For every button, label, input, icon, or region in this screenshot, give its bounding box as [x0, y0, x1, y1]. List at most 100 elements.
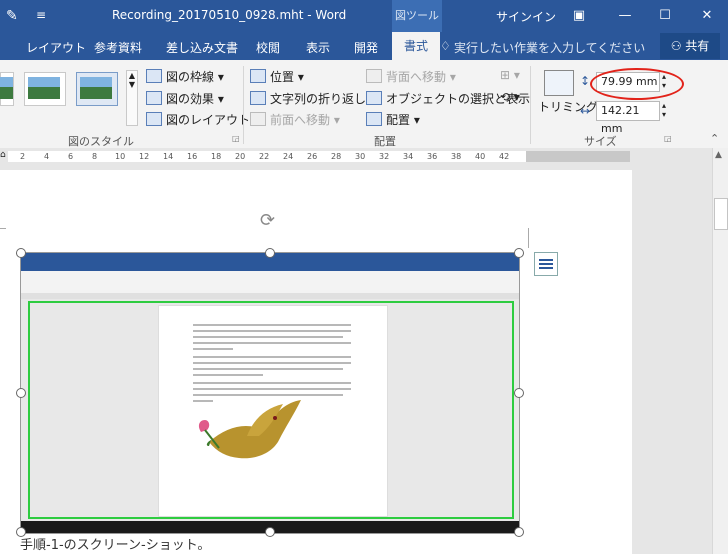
title-bar: ✎ ≡ Recording_20170510_0928.mht - Word 図… — [0, 0, 728, 32]
align-label: 配置 — [386, 113, 411, 127]
width-icon: ↔ — [580, 104, 591, 118]
window-title: Recording_20170510_0928.mht - Word — [112, 8, 347, 22]
ribbon-display-icon[interactable]: ▣ — [562, 0, 596, 32]
ruler-tick-label: 26 — [307, 152, 318, 161]
qat-dropdown-icon[interactable]: ≡ — [36, 8, 46, 22]
layout-icon — [146, 112, 162, 126]
ruler-tick-label: 4 — [44, 152, 50, 161]
layout-options-icon[interactable] — [534, 252, 558, 276]
resize-handle[interactable] — [16, 248, 26, 258]
scroll-up-icon[interactable]: ▲ — [715, 150, 722, 160]
ruler-tick-label: 10 — [115, 152, 126, 161]
send-backward-button[interactable]: 背面へ移動 ▾ — [366, 68, 456, 85]
signin-link[interactable]: サインイン — [496, 8, 556, 25]
picture-effects-label: 図の効果 — [166, 92, 215, 106]
ruler-tick-label: 40 — [475, 152, 486, 161]
collapse-ribbon-icon[interactable]: ⌃ — [710, 132, 719, 145]
position-label: 位置 — [270, 70, 295, 84]
tell-me-search[interactable]: 実行したい作業を入力してください — [454, 39, 645, 56]
dialog-launcher-icon[interactable]: ◲ — [232, 134, 240, 143]
ruler-margin — [526, 151, 630, 162]
ruler-tick-label: 24 — [283, 152, 294, 161]
screenshot-picture[interactable] — [20, 252, 520, 534]
ruler-tick-label: 16 — [187, 152, 198, 161]
resize-handle[interactable] — [265, 248, 275, 258]
indent-marker-icon[interactable]: ⌂ — [0, 150, 6, 160]
picture-style-thumb-selected[interactable] — [76, 72, 118, 106]
resize-handle[interactable] — [514, 527, 524, 537]
ruler-tick-label: 38 — [451, 152, 462, 161]
ruler-tick-label: 6 — [68, 152, 74, 161]
position-button[interactable]: 位置 ▾ — [250, 68, 304, 85]
minimize-icon[interactable]: — — [608, 0, 642, 32]
resize-handle[interactable] — [265, 527, 275, 537]
width-input[interactable]: 142.21 mm — [596, 101, 660, 135]
person-icon: ⚇ — [670, 39, 686, 53]
tab-view[interactable]: 表示 — [306, 39, 330, 56]
resize-handle[interactable] — [514, 248, 524, 258]
margin-marker — [0, 228, 6, 229]
resize-handle[interactable] — [514, 388, 524, 398]
tab-layout[interactable]: レイアウト — [26, 39, 86, 56]
context-tool-label: 図ツール — [392, 0, 442, 32]
group-separator — [530, 66, 531, 144]
ruler-tick-label: 36 — [427, 152, 438, 161]
ruler-tick-label: 32 — [379, 152, 390, 161]
ruler-tick-label: 18 — [211, 152, 222, 161]
ruler-tick-label: 12 — [139, 152, 150, 161]
embedded-tabs — [21, 263, 519, 271]
selection-pane-icon — [366, 91, 382, 105]
picture-style-thumb[interactable] — [24, 72, 66, 106]
send-backward-label: 背面へ移動 — [386, 70, 447, 84]
rotate-handle-icon[interactable]: ⟳ — [260, 210, 275, 231]
rotate-icon[interactable]: ⟲ ▾ — [500, 90, 520, 104]
tab-references[interactable]: 参考資料 — [94, 39, 142, 56]
wrap-text-label: 文字列の折り返し — [270, 92, 367, 106]
crop-icon[interactable] — [544, 70, 574, 96]
align-icon — [366, 112, 382, 126]
tab-format[interactable]: 書式 — [392, 32, 440, 60]
picture-effects-button[interactable]: 図の効果 ▾ — [146, 90, 224, 107]
bring-forward-button[interactable]: 前面へ移動 ▾ — [250, 111, 340, 128]
size-group-label: サイズ — [584, 135, 617, 148]
highlight-annotation — [590, 68, 684, 100]
ruler-tick-label: 30 — [355, 152, 366, 161]
tab-mailings[interactable]: 差し込み文書 — [166, 39, 238, 56]
ruler-tick-label: 14 — [163, 152, 174, 161]
resize-handle[interactable] — [16, 388, 26, 398]
ruler-tick-label: 22 — [259, 152, 270, 161]
picture-layout-label: 図のレイアウト — [166, 113, 251, 127]
wrap-text-button[interactable]: 文字列の折り返し ▾ — [250, 90, 376, 107]
lightbulb-icon: ♢ — [440, 39, 451, 53]
ruler-tick-label: 34 — [403, 152, 414, 161]
align-button[interactable]: 配置 ▾ — [366, 111, 420, 128]
figure-caption: 手順-1-のスクリーン-ショット。 — [20, 538, 211, 553]
tab-review[interactable]: 校閲 — [256, 39, 280, 56]
effects-icon — [146, 91, 162, 105]
tab-developer[interactable]: 開発 — [354, 39, 378, 56]
group-objects-icon[interactable]: ⊞ ▾ — [500, 68, 520, 82]
picture-border-button[interactable]: 図の枠線 ▾ — [146, 68, 224, 85]
embedded-ribbon — [21, 271, 519, 294]
ruler-tick-label: 2 — [20, 152, 26, 161]
style-gallery-scroll-icon[interactable]: ▲ ▼ — [126, 70, 138, 126]
save-icon[interactable]: ✎ — [6, 8, 18, 24]
height-icon: ↕ — [580, 74, 591, 88]
picture-style-thumb[interactable] — [0, 72, 14, 106]
share-button[interactable]: ⚇ 共有 — [660, 33, 720, 59]
scrollbar-thumb[interactable] — [714, 198, 728, 230]
arrange-group-label: 配置 — [374, 135, 396, 148]
position-icon — [250, 69, 266, 83]
wrap-text-icon — [250, 91, 266, 105]
share-label: 共有 — [685, 39, 710, 53]
width-spinner-icon[interactable]: ▴ ▾ — [662, 101, 666, 119]
maximize-icon[interactable]: ☐ — [648, 0, 682, 32]
close-icon[interactable]: ✕ — [690, 0, 724, 32]
ruler-tick-label: 42 — [499, 152, 510, 161]
picture-border-label: 図の枠線 — [166, 70, 215, 84]
ruler-tick-label: 20 — [235, 152, 246, 161]
dialog-launcher-icon[interactable]: ◲ — [664, 134, 672, 143]
margin-marker — [528, 228, 529, 248]
group-separator — [243, 66, 244, 144]
pen-icon — [146, 69, 162, 83]
